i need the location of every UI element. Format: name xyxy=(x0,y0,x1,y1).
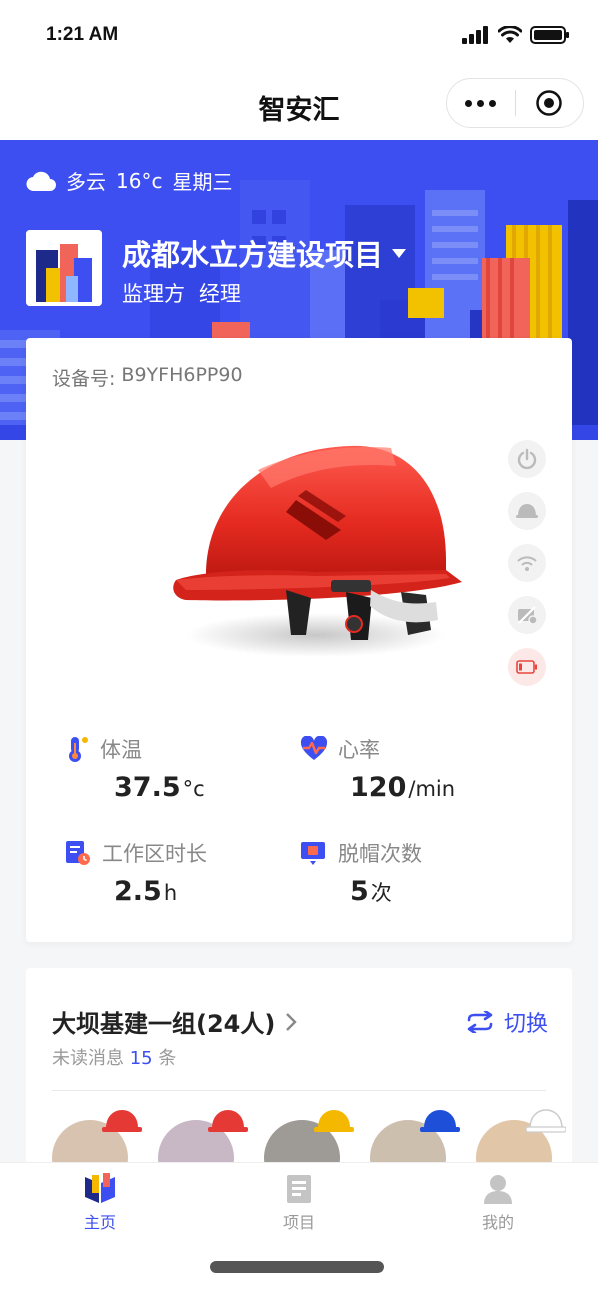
metric-unit: 次 xyxy=(370,881,392,905)
metric-unit: °c xyxy=(182,777,205,801)
tab-home[interactable]: 主页 xyxy=(40,1173,160,1233)
metric-unit: h xyxy=(163,881,178,905)
low-battery-icon xyxy=(516,660,537,674)
unread-count: 15 xyxy=(129,1048,153,1069)
battery-status[interactable] xyxy=(508,648,546,686)
projects-list-icon xyxy=(287,1175,311,1203)
metric-unit: /min xyxy=(408,777,456,801)
metric-label: 心率 xyxy=(338,738,380,762)
battery-icon xyxy=(530,26,569,44)
device-number: 设备号: B9YFH6PP90 xyxy=(52,364,243,391)
power-status[interactable] xyxy=(508,440,546,478)
chevron-right-icon xyxy=(286,1012,298,1031)
weather-info: 多云 16°c 星期三 xyxy=(26,166,232,195)
mini-program-capsule xyxy=(446,78,584,128)
project-name: 成都水立方建设项目 xyxy=(122,238,384,272)
organization-label: 监理方 xyxy=(122,282,185,306)
more-menu-button[interactable] xyxy=(447,78,515,128)
project-role: 监理方 经理 xyxy=(122,278,241,308)
team-name: 大坝基建一组(24人) xyxy=(52,1010,276,1038)
weather-temperature: 16°c xyxy=(116,168,163,193)
cloud-icon xyxy=(26,171,56,191)
metric-value: 37.5 xyxy=(114,772,181,803)
tab-label: 主页 xyxy=(83,1213,116,1232)
status-bar: 1:21 AM xyxy=(0,0,598,70)
nav-bar: 智安汇 xyxy=(0,70,598,140)
position-label: 经理 xyxy=(199,282,241,306)
tab-projects[interactable]: 项目 xyxy=(239,1173,359,1233)
home-book-icon xyxy=(85,1173,115,1203)
power-icon xyxy=(517,448,537,470)
device-status-icons xyxy=(508,440,546,686)
tab-profile[interactable]: 我的 xyxy=(438,1173,558,1233)
signal-icon xyxy=(462,26,488,44)
device-number-label: 设备号: xyxy=(52,368,116,390)
location-off-icon xyxy=(518,606,538,625)
helmet-badge-icon xyxy=(420,1110,460,1132)
metric-label: 体温 xyxy=(100,738,142,762)
unread-suffix: 条 xyxy=(158,1048,177,1069)
metric-work-zone-duration: 工作区时长 2.5h xyxy=(64,838,207,907)
heart-rate-icon xyxy=(300,736,328,760)
metric-value: 5 xyxy=(350,876,369,907)
metric-value: 120 xyxy=(350,772,407,803)
timesheet-icon xyxy=(66,841,90,865)
wifi-icon xyxy=(517,556,537,571)
metric-label: 工作区时长 xyxy=(102,842,207,866)
helmet-worn-status[interactable] xyxy=(508,492,546,530)
helmet-badge-icon xyxy=(102,1110,142,1132)
wifi-icon xyxy=(498,26,522,43)
project-logo-image xyxy=(26,230,102,306)
target-icon xyxy=(536,90,562,116)
helmet-badge-icon xyxy=(314,1110,354,1132)
close-mini-program-button[interactable] xyxy=(516,78,584,128)
monitor-alert-icon xyxy=(301,842,325,865)
caret-down-icon xyxy=(392,249,407,258)
unread-prefix: 未读消息 xyxy=(52,1048,124,1069)
more-dot-icon xyxy=(489,99,497,107)
app-screen: 1:21 AM 智安汇 多云 16°c 星期三 成都水立方建设项目 监理方 经理… xyxy=(0,0,598,1294)
switch-label: 切换 xyxy=(503,1012,548,1037)
tab-label: 项目 xyxy=(282,1213,315,1232)
helmet-image xyxy=(173,445,462,657)
more-dot-icon xyxy=(465,99,473,107)
weather-condition: 多云 xyxy=(66,170,106,194)
helmet-badge-icon xyxy=(208,1110,248,1132)
metric-value: 2.5 xyxy=(114,876,162,907)
device-card: 设备号: B9YFH6PP90 体温 37.5°c 心率 120/min 工作区… xyxy=(26,338,572,942)
metric-label: 脱帽次数 xyxy=(338,842,422,866)
wifi-status[interactable] xyxy=(508,544,546,582)
bottom-tab-bar: 主页 项目 我的 xyxy=(0,1162,598,1294)
metric-heart-rate: 心率 120/min xyxy=(300,734,455,803)
status-icons xyxy=(462,26,570,44)
metric-body-temperature: 体温 37.5°c xyxy=(64,734,205,803)
location-status[interactable] xyxy=(508,596,546,634)
project-logo xyxy=(26,230,102,306)
status-time: 1:21 AM xyxy=(46,24,119,45)
weekday: 星期三 xyxy=(172,170,233,194)
team-name-link[interactable]: 大坝基建一组(24人) xyxy=(52,1004,298,1039)
helmet-icon xyxy=(516,504,538,518)
metric-helmet-removal-count: 脱帽次数 5次 xyxy=(300,838,422,907)
helmet-badge-icon xyxy=(526,1109,566,1133)
user-icon xyxy=(484,1175,512,1204)
thermometer-icon xyxy=(69,737,88,762)
tab-label: 我的 xyxy=(481,1213,514,1232)
more-dot-icon xyxy=(477,99,485,107)
switch-team-button[interactable]: 切换 xyxy=(466,1006,548,1038)
home-indicator xyxy=(210,1261,384,1273)
swap-icon xyxy=(467,1011,493,1033)
device-number-value: B9YFH6PP90 xyxy=(121,364,243,386)
unread-messages: 未读消息 15 条 xyxy=(52,1044,176,1070)
divider xyxy=(52,1090,546,1091)
project-selector[interactable]: 成都水立方建设项目 xyxy=(122,232,407,274)
